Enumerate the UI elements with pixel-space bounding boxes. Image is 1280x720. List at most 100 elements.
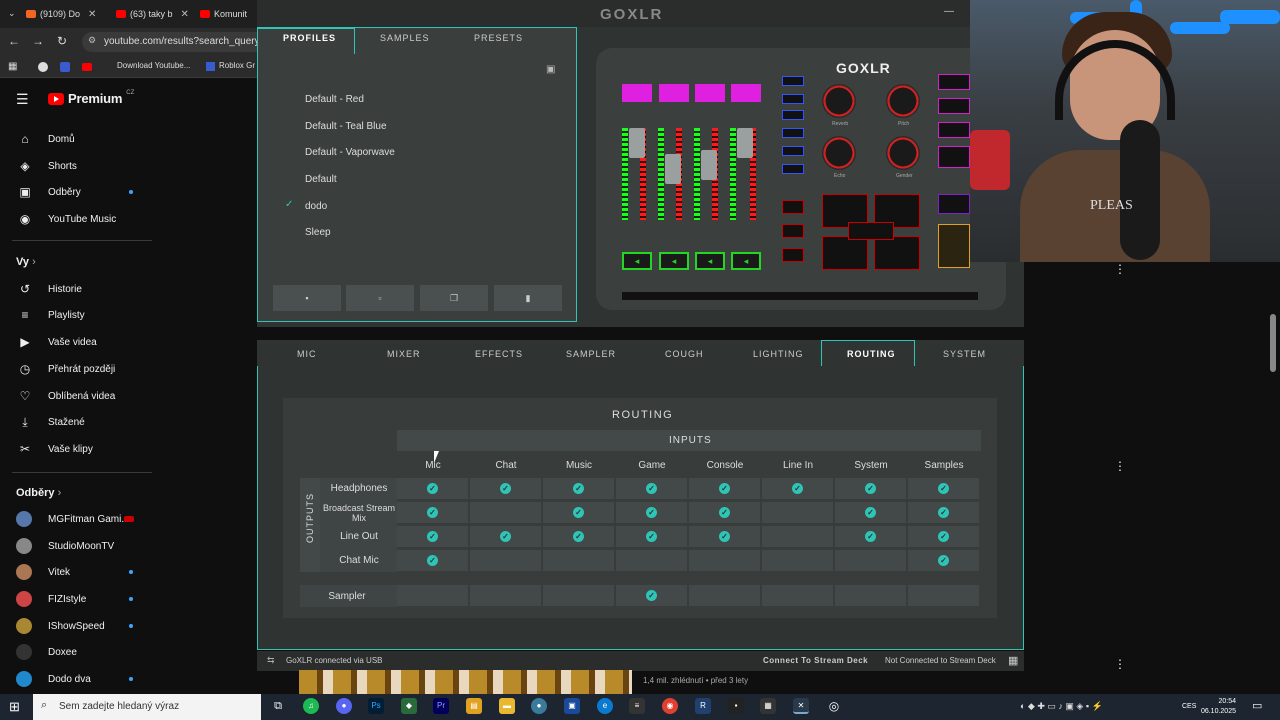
routing-cell[interactable] [762,526,833,547]
file-explorer-icon[interactable]: ▬ [499,698,515,714]
minimize-icon[interactable]: — [944,6,954,17]
youtube-logo[interactable]: Premium CZ [48,90,134,106]
sidebar-item-downloads[interactable]: ⤓ Stažené [0,409,152,435]
url-field[interactable]: ⚙ youtube.com/results?search_query=c [82,32,258,52]
tab-presets[interactable]: PRESETS [474,33,523,43]
reverb-knob[interactable] [822,84,856,118]
sidebar-channel-item[interactable]: Vitek [0,559,152,585]
tab-lighting[interactable]: LIGHTING [753,349,804,359]
windows-start-icon[interactable]: ⊞ [9,699,20,715]
sample-pad[interactable] [822,236,868,270]
preset-button[interactable] [782,94,804,104]
fader-knob[interactable] [737,128,753,158]
close-icon[interactable]: ✕ [88,9,96,20]
tab-profiles[interactable]: PROFILES [283,33,336,43]
more-options-icon[interactable]: ⋮ [1114,459,1126,473]
profile-item[interactable]: Sleep [305,227,331,238]
site-info-icon[interactable]: ⚙ [88,35,96,46]
sidebar-item-history[interactable]: ↺ Historie [0,276,152,302]
you-section-title[interactable]: Vy › [16,256,36,268]
mute-button[interactable]: ◂ [731,252,761,270]
sidebar-item-music[interactable]: ◉ YouTube Music [0,206,152,232]
tab-list-icon[interactable]: ⌄ [8,8,16,19]
sidebar-item-liked-videos[interactable]: ♡ Oblíbená videa [0,383,152,409]
bookmark-download-youtube[interactable]: Download Youtube... [117,61,190,70]
tab-mic[interactable]: MIC [297,349,317,359]
tab-system[interactable]: SYSTEM [943,349,986,359]
store-icon[interactable]: ▤ [466,698,482,714]
routing-cell[interactable] [835,585,906,606]
more-options-icon[interactable]: ⋮ [1114,657,1126,671]
gender-knob[interactable] [886,136,920,170]
routing-cell[interactable] [689,585,760,606]
browser-tab-2[interactable]: (63) taky b ✕ [116,4,192,24]
mute-button[interactable]: ◂ [622,252,652,270]
mute-button[interactable]: ◂ [659,252,689,270]
sidebar-channel-item[interactable]: MGFitman Gami... [0,506,152,532]
system-clock[interactable]: 20:54 06.10.2025 [1200,697,1236,717]
tab-sampler[interactable]: SAMPLER [566,349,616,359]
routing-cell[interactable] [689,550,760,571]
sidebar-item-clips[interactable]: ✂ Vaše klipy [0,436,152,462]
back-icon[interactable]: ← [6,34,22,48]
routing-cell[interactable] [543,550,614,571]
profile-item-selected[interactable]: dodo [305,201,327,212]
echo-knob[interactable] [822,136,856,170]
sidebar-channel-item[interactable]: Doxee [0,639,152,665]
sample-clear-pad[interactable] [848,222,894,240]
mute-button[interactable]: ◂ [695,252,725,270]
sidebar-channel-item[interactable]: StudioMoonTV [0,533,152,559]
bookmark-icon[interactable] [60,62,70,72]
bookmark-roblox[interactable]: Roblox Gr [219,61,255,70]
save-profile-button[interactable]: ▪ [273,285,341,311]
routing-cell[interactable] [543,585,614,606]
tab-routing[interactable]: ROUTING [847,349,896,359]
browser-tab-1[interactable]: (9109) Do ✕ [26,4,114,24]
scrollbar-thumb[interactable] [1270,314,1276,372]
sampler-bank-button[interactable] [782,224,804,238]
routing-cell[interactable] [835,550,906,571]
effect-preset-button[interactable] [938,74,970,90]
subscriptions-section-title[interactable]: Odběry › [16,487,61,499]
sidebar-channel-item[interactable]: FIZIstyle [0,586,152,612]
edge-icon[interactable]: e [597,698,613,714]
globe-bookmark-icon[interactable] [38,62,48,72]
sidebar-channel-item[interactable]: Dodo dva [0,666,152,692]
fader-knob[interactable] [629,128,645,158]
profile-item[interactable]: Default [305,174,337,185]
copy-profile-button[interactable]: ❐ [420,285,488,311]
preset-button[interactable] [782,128,804,138]
keyboard-language[interactable]: CES [1182,703,1196,710]
preset-button[interactable] [782,110,804,120]
tab-samples[interactable]: SAMPLES [380,33,430,43]
goxlr-taskbar-icon[interactable]: ✕ [793,698,809,714]
sidebar-item-home[interactable]: ⌂ Domů [0,126,152,152]
preset-button[interactable] [782,164,804,174]
youtube-bookmark-icon[interactable] [82,63,92,71]
photoshop-icon[interactable]: Ps [368,698,384,714]
routing-cell[interactable] [470,502,541,523]
close-icon[interactable]: ✕ [181,9,189,20]
fx-button[interactable] [622,84,652,102]
app-icon[interactable]: ≡ [629,698,645,714]
browser-tab-3[interactable]: Komunit [200,4,258,24]
task-view-icon[interactable]: ⧉ [270,698,286,714]
routing-cell[interactable] [397,585,468,606]
preset-button[interactable] [782,146,804,156]
routing-cell[interactable] [470,585,541,606]
connect-stream-deck-button[interactable]: Connect To Stream Deck [763,656,868,665]
fader-knob[interactable] [665,154,681,184]
app-icon[interactable]: ● [531,698,547,714]
discord-icon[interactable]: ● [336,698,352,714]
app-icon[interactable]: ▣ [564,698,580,714]
sampler-bank-button[interactable] [782,200,804,214]
premiere-icon[interactable]: Pr [433,698,449,714]
new-profile-button[interactable]: ▫ [346,285,414,311]
more-options-icon[interactable]: ⋮ [1114,262,1126,276]
delete-profile-button[interactable]: ▮ [494,285,562,311]
sidebar-item-playlists[interactable]: ≡ Playlisty [0,302,152,328]
notifications-icon[interactable]: ▭ [1252,699,1262,712]
fx-button[interactable] [731,84,761,102]
tab-cough[interactable]: COUGH [665,349,704,359]
chrome-icon[interactable]: ◉ [662,698,678,714]
